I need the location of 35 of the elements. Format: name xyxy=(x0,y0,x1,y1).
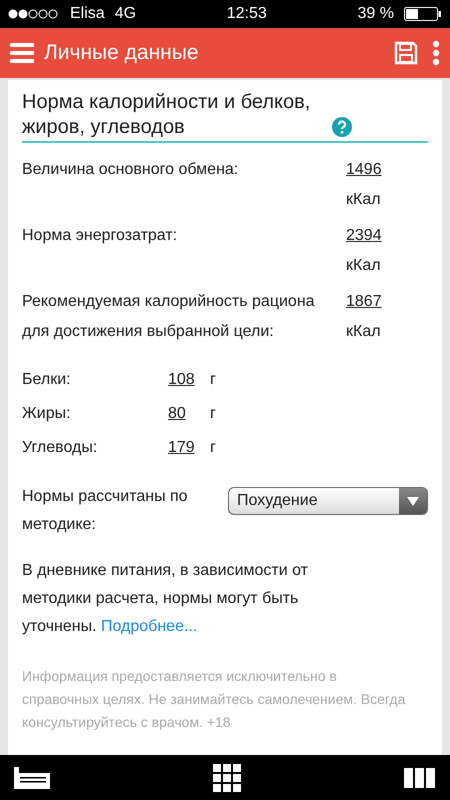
menu-icon xyxy=(10,42,34,64)
norm-value: 1867 xyxy=(346,292,382,312)
more-icon xyxy=(432,40,440,66)
clock: 12:53 xyxy=(226,5,267,23)
norm-value: 1496 xyxy=(346,160,382,180)
unit-label: г xyxy=(210,438,216,458)
signal-icon xyxy=(8,9,60,19)
help-icon[interactable] xyxy=(332,117,352,137)
screen-title: Личные данные xyxy=(44,41,200,65)
method-label: Нормы рассчитаны по методике: xyxy=(22,487,189,535)
network-type: 4G xyxy=(114,5,136,23)
battery-percent: 39 % xyxy=(358,5,394,23)
battery-icon xyxy=(404,7,442,21)
unit-label: кКал xyxy=(346,322,381,342)
norm-label: Рекомендуемая калорийность рациона для достижения выбранной цели: xyxy=(22,292,316,342)
nutrient-value: 179 xyxy=(168,438,196,458)
nutrient-label: Углеводы: xyxy=(22,438,98,458)
unit-label: кКал xyxy=(346,190,381,210)
unit-label: кКал xyxy=(346,256,381,276)
method-dropdown[interactable]: Похудение xyxy=(228,487,428,515)
nutrient-value: 108 xyxy=(168,370,196,390)
norm-label: Норма энергозатрат: xyxy=(22,226,178,246)
carrier-name: Elisa xyxy=(70,5,105,23)
nutrient-value: 80 xyxy=(168,404,187,424)
norm-label: Величина основного обмена: xyxy=(22,160,240,180)
unit-label: г xyxy=(210,370,216,390)
norm-value: 2394 xyxy=(346,226,382,246)
note-text: В дневнике питания, в зависимости от методики расчета, нормы могут быть уточнены. Подробнее... xyxy=(22,561,309,637)
caret-icon xyxy=(407,496,419,506)
nutrient-label: Белки: xyxy=(22,370,72,390)
unit-label: г xyxy=(210,404,216,424)
more-link[interactable]: Подробнее... xyxy=(101,618,198,635)
section-title: Норма калорийности и белков, жиров, углеводов xyxy=(22,90,312,140)
nutrient-label: Жиры: xyxy=(22,404,72,424)
disclaimer-text: Информация предоставляется исключительно в справочных целях. Не занимайтесь самолечением. Всегда консультируйтесь с врачом. +18 xyxy=(22,667,406,732)
